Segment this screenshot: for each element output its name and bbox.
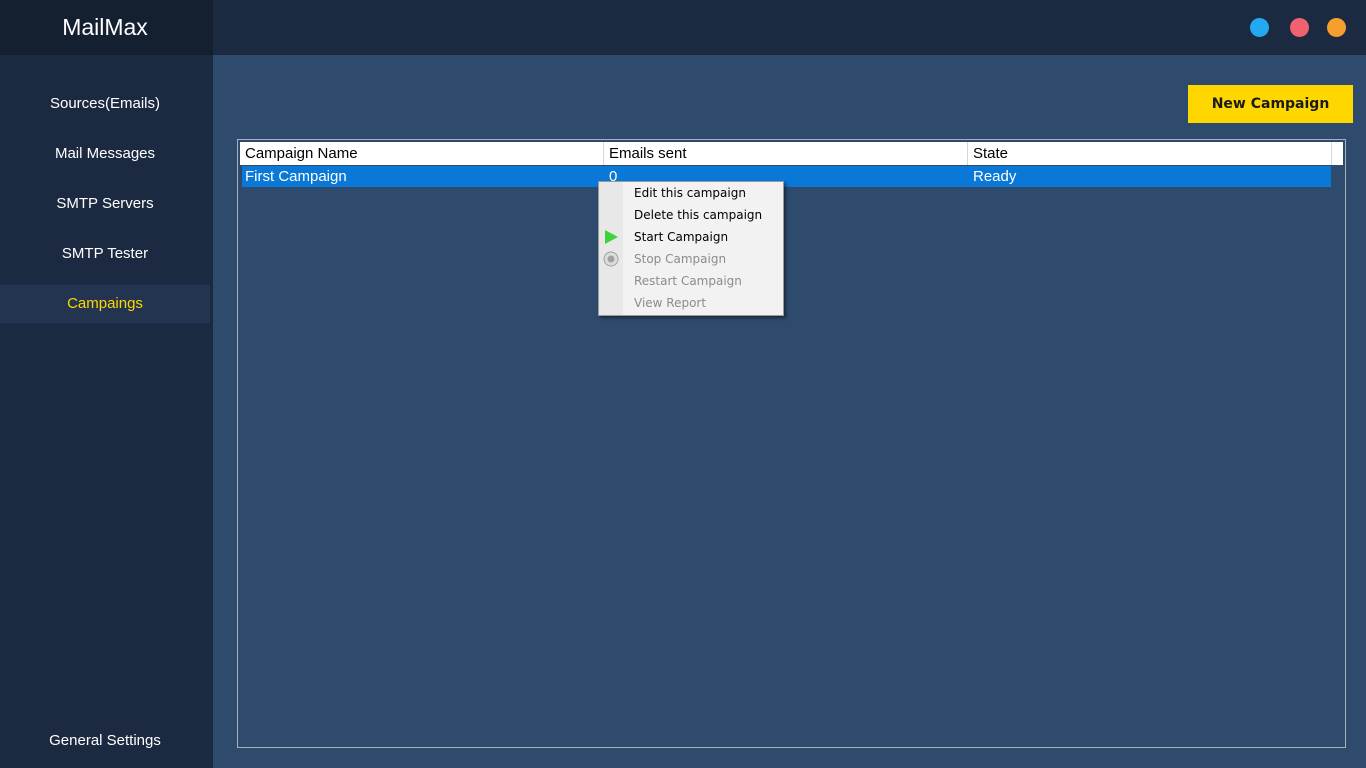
- menu-item-label: Restart Campaign: [634, 274, 742, 288]
- app-logo: MailMax: [62, 14, 148, 40]
- column-header-campaign-name[interactable]: Campaign Name: [240, 142, 604, 165]
- new-campaign-button[interactable]: New Campaign: [1188, 85, 1353, 123]
- column-header-emails-sent[interactable]: Emails sent: [604, 142, 968, 165]
- menu-item-start-campaign[interactable]: Start Campaign: [599, 226, 783, 248]
- sidebar-item-smtp-tester[interactable]: SMTP Tester: [0, 235, 210, 273]
- sidebar-item-general-settings[interactable]: General Settings: [0, 722, 210, 760]
- menu-item-delete-campaign[interactable]: Delete this campaign: [599, 204, 783, 226]
- orange-dot-button[interactable]: [1327, 18, 1346, 37]
- menu-item-label: Stop Campaign: [634, 252, 727, 266]
- logo-area: MailMax: [0, 0, 213, 55]
- menu-item-edit-campaign[interactable]: Edit this campaign: [599, 182, 783, 204]
- menu-item-label: Edit this campaign: [634, 186, 746, 200]
- menu-item-restart-campaign: Restart Campaign: [599, 270, 783, 292]
- sidebar-item-sources[interactable]: Sources(Emails): [0, 85, 210, 123]
- menu-item-stop-campaign: Stop Campaign: [599, 248, 783, 270]
- sidebar: MailMax Sources(Emails) Mail Messages SM…: [0, 0, 213, 768]
- context-menu: Edit this campaign Delete this campaign …: [598, 181, 784, 316]
- stop-icon: [603, 251, 619, 267]
- sidebar-item-smtp-servers[interactable]: SMTP Servers: [0, 185, 210, 223]
- cell-campaign-name: First Campaign: [245, 168, 347, 185]
- sidebar-item-campaings[interactable]: Campaings: [0, 285, 210, 323]
- cell-state: Ready: [973, 168, 1017, 185]
- top-bar: [213, 0, 1366, 55]
- play-icon: [605, 230, 618, 244]
- column-header-state[interactable]: State: [968, 142, 1332, 165]
- red-dot-button[interactable]: [1290, 18, 1309, 37]
- menu-item-label: View Report: [634, 296, 707, 310]
- menu-item-label: Start Campaign: [634, 230, 729, 244]
- blue-dot-button[interactable]: [1250, 18, 1269, 37]
- menu-item-view-report: View Report: [599, 292, 783, 314]
- sidebar-item-mail-messages[interactable]: Mail Messages: [0, 135, 210, 173]
- menu-item-label: Delete this campaign: [634, 208, 763, 222]
- campaigns-table: Campaign Name Emails sent State First Ca…: [237, 139, 1346, 748]
- table-header: Campaign Name Emails sent State: [240, 142, 1343, 165]
- table-row[interactable]: First Campaign 0 Ready: [242, 166, 1331, 187]
